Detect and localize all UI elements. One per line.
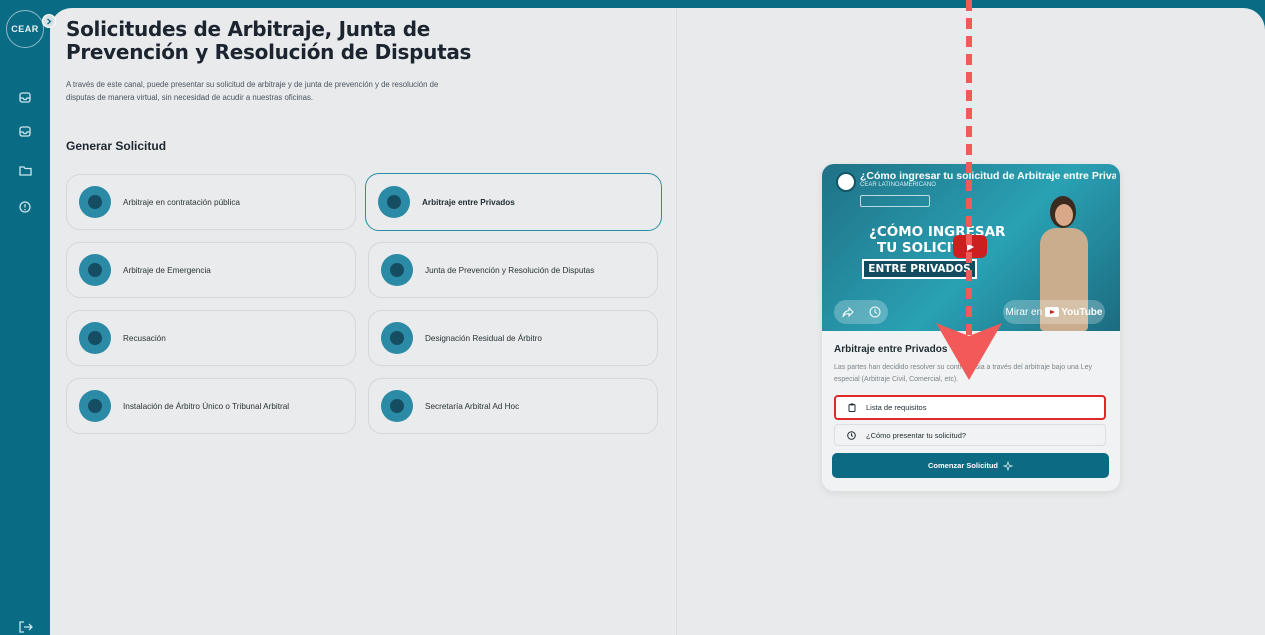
start-request-button[interactable]: Comenzar Solicitud <box>832 453 1109 478</box>
page-title: Solicitudes de Arbitraje, Junta de Preve… <box>66 17 472 64</box>
sparkle-icon <box>1003 460 1013 471</box>
requirements-list-button[interactable]: Lista de requisitos <box>834 395 1106 420</box>
divider <box>676 8 677 635</box>
card-arbitraje-entre-privados[interactable]: Arbitraje entre Privados <box>365 173 662 231</box>
card-label: Junta de Prevención y Resolución de Disp… <box>425 265 595 275</box>
video-title[interactable]: ¿Cómo ingresar tu solicitud de Arbitraje… <box>860 170 1116 182</box>
intro-text: A través de este canal, puede presentar … <box>66 80 439 102</box>
clipboard-icon <box>848 403 856 412</box>
share-icon[interactable] <box>842 306 854 318</box>
card-arbitraje-emergencia[interactable]: Arbitraje de Emergencia <box>66 242 356 298</box>
how-to-submit-label: ¿Cómo presentar tu solicitud? <box>866 430 967 440</box>
sidebar: CEAR <box>0 0 50 635</box>
card-label: Instalación de Árbitro Único o Tribunal … <box>123 401 290 411</box>
emergency-icon <box>79 254 111 286</box>
card-secretaria-arbitral[interactable]: Secretaría Arbitral Ad Hoc <box>368 378 658 434</box>
watch-on-youtube-button[interactable]: Mirar en YouTube <box>1003 300 1105 324</box>
inbox-icon[interactable] <box>17 123 33 139</box>
scales-icon <box>79 186 111 218</box>
channel-avatar <box>836 172 856 192</box>
handshake-icon <box>378 186 410 218</box>
watch-later-icon[interactable] <box>869 306 881 318</box>
section-title: Generar Solicitud <box>66 139 167 153</box>
card-label: Recusación <box>123 333 166 343</box>
cear-logo: CEAR <box>6 10 44 48</box>
detail-title: Arbitraje entre Privados <box>834 344 948 355</box>
card-recusacion[interactable]: Recusación <box>66 310 356 366</box>
annotation-dashed-line <box>966 0 972 375</box>
building-icon <box>381 254 413 286</box>
youtube-icon <box>1045 307 1060 317</box>
card-label: Arbitraje de Emergencia <box>123 265 211 275</box>
logout-icon[interactable] <box>19 620 33 633</box>
card-designacion-residual[interactable]: Designación Residual de Árbitro <box>368 310 658 366</box>
clock-icon <box>847 430 856 440</box>
chevron-right-icon <box>47 18 52 24</box>
card-instalacion-arbitro[interactable]: Instalación de Árbitro Único o Tribunal … <box>66 378 356 434</box>
alert-hand-icon <box>79 322 111 354</box>
card-arbitraje-contratacion-publica[interactable]: Arbitraje en contratación pública <box>66 174 356 230</box>
video-brand-logo <box>860 195 930 207</box>
how-to-submit-button[interactable]: ¿Cómo presentar tu solicitud? <box>834 424 1106 446</box>
folder-icon[interactable] <box>17 162 33 178</box>
judge-icon <box>79 390 111 422</box>
video-channel: CEAR LATINOAMERICANO <box>860 182 936 188</box>
card-label: Arbitraje en contratación pública <box>123 197 240 207</box>
info-icon[interactable] <box>17 199 33 215</box>
card-label: Arbitraje entre Privados <box>422 197 515 207</box>
magnifier-icon <box>381 390 413 422</box>
card-junta-prevencion[interactable]: Junta de Prevención y Resolución de Disp… <box>368 242 658 298</box>
collapse-sidebar-button[interactable] <box>42 14 56 28</box>
video-actions <box>834 300 888 324</box>
inbox-icon[interactable] <box>17 89 33 105</box>
annotation-arrow-icon <box>936 323 1002 380</box>
start-request-label: Comenzar Solicitud <box>927 461 998 470</box>
card-label: Designación Residual de Árbitro <box>425 333 542 343</box>
video-tag: ENTRE PRIVADOS <box>862 259 977 279</box>
card-label: Secretaría Arbitral Ad Hoc <box>425 401 520 411</box>
people-icon <box>381 322 413 354</box>
watch-label: Mirar en <box>1005 306 1043 318</box>
youtube-label: YouTube <box>1061 306 1103 318</box>
requirements-label: Lista de requisitos <box>866 403 927 412</box>
